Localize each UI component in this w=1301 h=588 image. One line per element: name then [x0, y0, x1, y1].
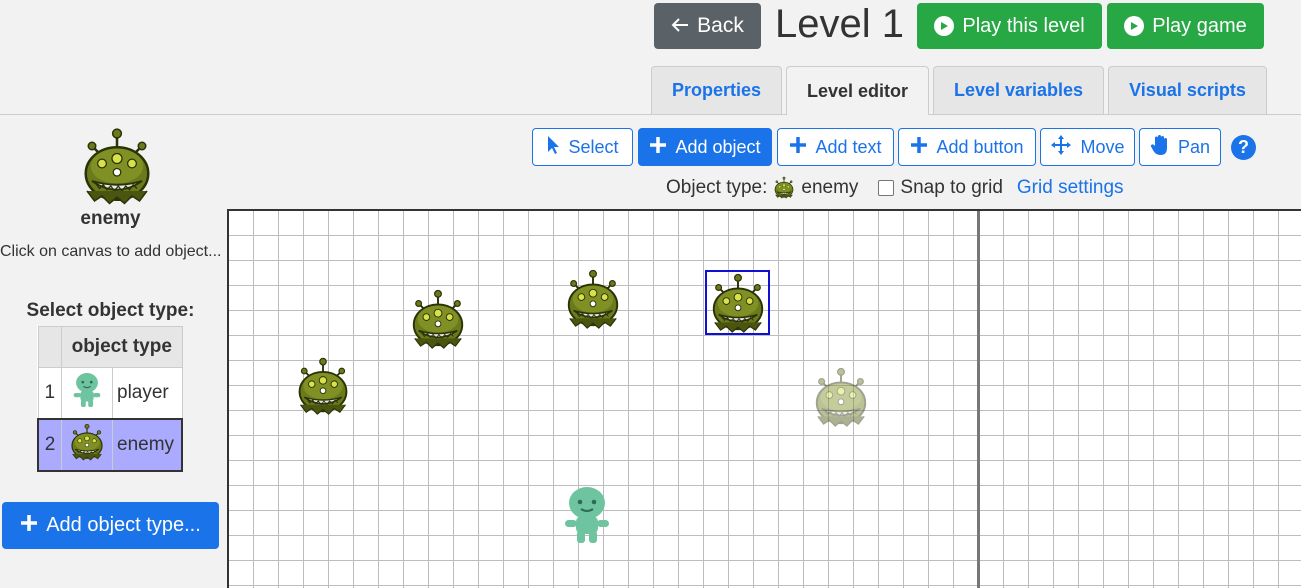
snap-to-grid-checkbox[interactable] [878, 179, 895, 196]
add-object-tool-button[interactable]: Add object [638, 128, 772, 166]
tab-level-variables[interactable]: Level variables [933, 66, 1104, 114]
add-object-hint: Click on canvas to add object... [0, 243, 222, 260]
play-level-label: Play this level [962, 14, 1085, 37]
row-type-name: enemy [112, 418, 183, 472]
tab-properties[interactable]: Properties [651, 66, 782, 114]
add-button-tool-label: Add button [936, 136, 1024, 157]
table-header-row: object type [37, 326, 183, 368]
level-title: Level 1 [775, 2, 904, 46]
enemy-object[interactable] [563, 268, 623, 330]
play-level-button[interactable]: Play this level [917, 3, 1102, 49]
plus-icon [910, 136, 928, 159]
help-icon[interactable]: ? [1231, 135, 1256, 160]
current-object-name: enemy [80, 208, 141, 229]
play-icon [934, 16, 955, 36]
enemy-sprite-icon [773, 176, 795, 199]
table-row[interactable]: 1 player [37, 367, 183, 420]
plus-icon [649, 136, 667, 159]
plus-icon [20, 514, 38, 538]
table-header-object-type: object type [61, 326, 183, 368]
table-row[interactable]: 2 enemy [37, 418, 183, 472]
row-number: 1 [37, 367, 62, 420]
enemy-sprite-icon [708, 272, 768, 334]
move-tool-button[interactable]: Move [1040, 128, 1135, 166]
player-object[interactable] [559, 485, 615, 545]
snap-to-grid-label[interactable]: Snap to grid [900, 177, 1002, 199]
add-text-tool-label: Add text [815, 136, 882, 157]
select-object-type-heading: Select object type: [26, 300, 195, 321]
level-canvas[interactable] [227, 209, 1301, 588]
row-number: 2 [37, 418, 62, 472]
player-sprite-icon [61, 367, 113, 420]
plus-icon [789, 136, 807, 159]
tabs-divider [0, 114, 1301, 115]
play-icon [1124, 16, 1145, 36]
grid-settings-link[interactable]: Grid settings [1017, 177, 1124, 199]
object-type-row: Object type: enemy Snap to grid Grid set… [666, 176, 1124, 199]
play-game-label: Play game [1152, 14, 1247, 37]
enemy-ghost-preview [811, 366, 871, 428]
add-object-type-button[interactable]: Add object type... [2, 502, 219, 549]
enemy-sprite-icon [61, 418, 113, 472]
play-game-button[interactable]: Play game [1107, 3, 1264, 49]
enemy-object[interactable] [408, 288, 468, 350]
tab-level-editor[interactable]: Level editor [786, 66, 929, 115]
object-type-prefix: Object type: [666, 176, 768, 198]
hand-icon [1150, 134, 1170, 161]
enemy-object[interactable] [293, 356, 353, 416]
enemy-sprite-icon [79, 126, 155, 206]
add-text-tool-button[interactable]: Add text [777, 128, 894, 166]
add-button-tool-button[interactable]: Add button [898, 128, 1036, 166]
add-object-type-label: Add object type... [46, 514, 201, 536]
select-tool-label: Select [568, 136, 619, 157]
pan-tool-label: Pan [1177, 136, 1211, 157]
row-type-name: player [112, 367, 183, 420]
object-type-value: enemy [801, 176, 859, 198]
add-object-tool-label: Add object [675, 136, 761, 157]
move-tool-label: Move [1080, 136, 1125, 157]
back-button[interactable]: Back [654, 3, 761, 49]
viewport-boundary [977, 211, 980, 588]
table-header-num [37, 326, 62, 368]
tab-visual-scripts[interactable]: Visual scripts [1108, 66, 1267, 114]
back-label: Back [697, 14, 744, 37]
move-arrows-icon [1050, 134, 1072, 161]
cursor-icon [546, 135, 560, 160]
selected-enemy-object[interactable] [705, 270, 770, 335]
arrow-left-icon [671, 14, 689, 38]
object-type-table: object type 1 player 2 enemy [37, 326, 183, 472]
pan-tool-button[interactable]: Pan [1139, 128, 1221, 166]
select-tool-button[interactable]: Select [532, 128, 633, 166]
